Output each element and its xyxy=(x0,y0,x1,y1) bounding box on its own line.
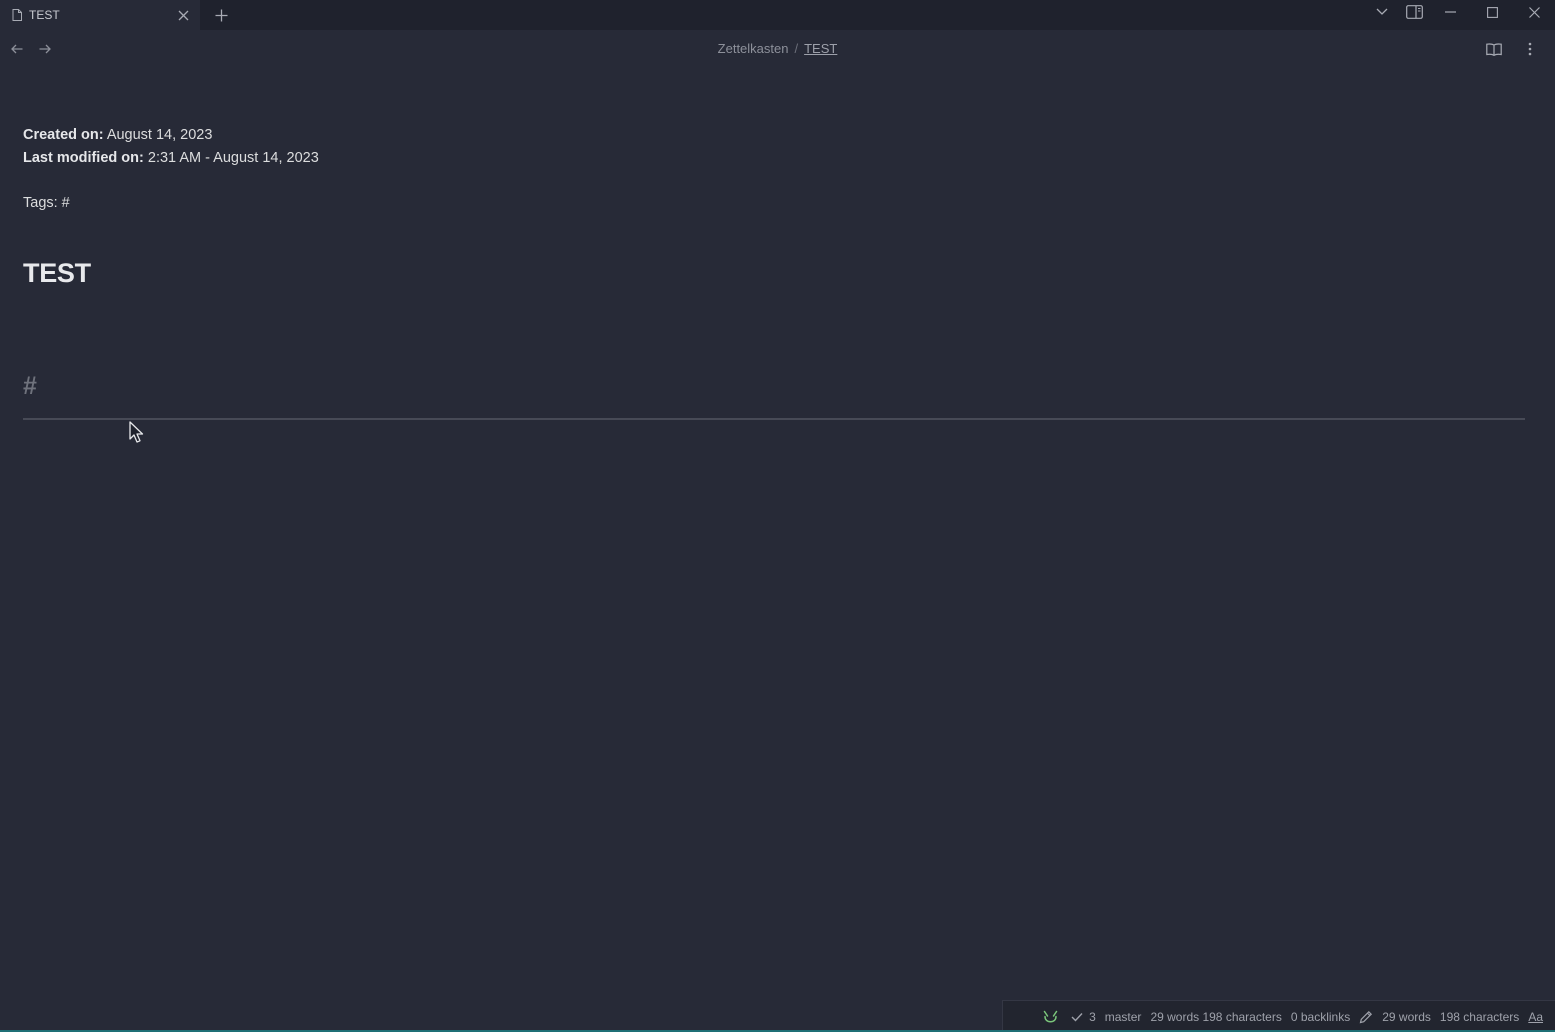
tab-title: TEST xyxy=(29,8,60,22)
mouse-cursor-icon xyxy=(129,421,144,443)
created-value: August 14, 2023 xyxy=(106,127,213,143)
view-header: Zettelkasten / TEST xyxy=(0,30,1555,68)
word-count: 29 words xyxy=(1382,1009,1431,1024)
tags-line: Tags: # xyxy=(23,195,70,211)
created-label: Created on: xyxy=(23,127,104,143)
obsidian-window: TEST Zettelkasten / TEST Created on: Aug… xyxy=(0,0,1555,1032)
breadcrumb-current[interactable]: TEST xyxy=(804,41,837,56)
maximize-icon[interactable] xyxy=(1477,0,1507,24)
note-title: TEST xyxy=(23,258,91,288)
breadcrumb: Zettelkasten / TEST xyxy=(0,41,1555,56)
close-icon[interactable] xyxy=(170,2,196,28)
chevron-down-icon[interactable] xyxy=(1367,0,1397,24)
breadcrumb-parent[interactable]: Zettelkasten xyxy=(718,41,789,56)
status-bar: 3 master 29 words 198 characters 0 backl… xyxy=(1002,1000,1555,1032)
breadcrumb-separator: / xyxy=(794,41,799,56)
more-vertical-icon[interactable] xyxy=(1519,38,1541,60)
note-content[interactable]: Created on: August 14, 2023 Last modifie… xyxy=(23,124,1525,401)
commit-count: 3 xyxy=(1089,1009,1096,1024)
modified-value: 2:31 AM - August 14, 2023 xyxy=(147,150,319,166)
window-close-icon[interactable] xyxy=(1519,0,1549,24)
sync-status-icon[interactable] xyxy=(1043,1010,1058,1023)
book-icon[interactable] xyxy=(1483,38,1505,60)
git-branch[interactable]: master xyxy=(1105,1010,1142,1024)
minimize-icon[interactable] xyxy=(1435,0,1465,24)
pencil-icon xyxy=(1359,1010,1373,1024)
plus-icon[interactable] xyxy=(208,2,234,28)
tab-test[interactable]: TEST xyxy=(0,0,200,30)
word-char-summary: 29 words 198 characters xyxy=(1150,1009,1282,1024)
font-toggle[interactable]: Aa xyxy=(1528,1010,1543,1024)
backlinks-count[interactable]: 0 backlinks xyxy=(1291,1010,1350,1024)
commit-indicator[interactable]: 3 xyxy=(1071,1010,1096,1024)
modified-label: Last modified on: xyxy=(23,150,144,166)
modified-line: Last modified on: 2:31 AM - August 14, 2… xyxy=(23,147,1525,170)
title-bar: TEST xyxy=(0,0,1555,30)
file-icon xyxy=(12,9,22,21)
check-icon xyxy=(1071,1012,1083,1022)
sidebar-toggle-icon[interactable] xyxy=(1399,0,1429,24)
empty-heading[interactable]: # xyxy=(23,372,1525,401)
horizontal-rule xyxy=(23,418,1525,420)
created-line: Created on: August 14, 2023 xyxy=(23,124,1525,147)
character-count: 198 characters xyxy=(1439,1009,1520,1024)
